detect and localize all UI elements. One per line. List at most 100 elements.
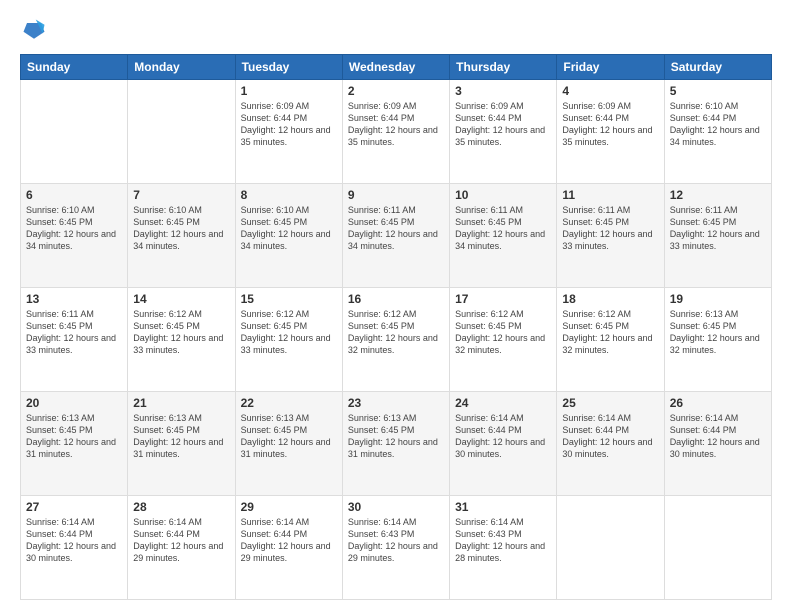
calendar-cell: [664, 496, 771, 600]
day-number: 19: [670, 292, 766, 306]
day-number: 7: [133, 188, 229, 202]
calendar-week-4: 20 Sunrise: 6:13 AMSunset: 6:45 PMDayligh…: [21, 392, 772, 496]
calendar-cell: 24 Sunrise: 6:14 AMSunset: 6:44 PMDayligh…: [450, 392, 557, 496]
day-number: 23: [348, 396, 444, 410]
calendar-table: SundayMondayTuesdayWednesdayThursdayFrid…: [20, 54, 772, 600]
day-detail: Sunrise: 6:13 AMSunset: 6:45 PMDaylight:…: [241, 412, 337, 461]
calendar-cell: [128, 80, 235, 184]
day-number: 25: [562, 396, 658, 410]
calendar-cell: 18 Sunrise: 6:12 AMSunset: 6:45 PMDayligh…: [557, 288, 664, 392]
calendar-week-3: 13Sunrise: 6:11 AMSunset: 6:45 PMDayligh…: [21, 288, 772, 392]
day-detail: Sunrise: 6:10 AMSunset: 6:45 PMDaylight:…: [133, 204, 229, 253]
calendar-cell: 8 Sunrise: 6:10 AMSunset: 6:45 PMDaylight…: [235, 184, 342, 288]
day-header-sunday: Sunday: [21, 55, 128, 80]
calendar-cell: 29 Sunrise: 6:14 AMSunset: 6:44 PMDayligh…: [235, 496, 342, 600]
day-detail: Sunrise: 6:14 AMSunset: 6:44 PMDaylight:…: [133, 516, 229, 565]
day-detail: Sunrise: 6:13 AMSunset: 6:45 PMDaylight:…: [26, 412, 122, 461]
day-header-monday: Monday: [128, 55, 235, 80]
day-detail: Sunrise: 6:14 AMSunset: 6:44 PMDaylight:…: [26, 516, 122, 565]
day-number: 24: [455, 396, 551, 410]
day-number: 21: [133, 396, 229, 410]
day-detail: Sunrise: 6:10 AMSunset: 6:45 PMDaylight:…: [241, 204, 337, 253]
header: [20, 16, 772, 44]
generalblue-logo-icon: [20, 16, 48, 44]
day-number: 18: [562, 292, 658, 306]
day-number: 29: [241, 500, 337, 514]
day-detail: Sunrise: 6:11 AMSunset: 6:45 PMDaylight:…: [562, 204, 658, 253]
day-number: 1: [241, 84, 337, 98]
calendar-cell: 12Sunrise: 6:11 AMSunset: 6:45 PMDayligh…: [664, 184, 771, 288]
calendar-cell: [557, 496, 664, 600]
calendar-week-1: 1 Sunrise: 6:09 AMSunset: 6:44 PMDaylight…: [21, 80, 772, 184]
day-header-tuesday: Tuesday: [235, 55, 342, 80]
day-detail: Sunrise: 6:14 AMSunset: 6:43 PMDaylight:…: [455, 516, 551, 565]
calendar-cell: 21 Sunrise: 6:13 AMSunset: 6:45 PMDayligh…: [128, 392, 235, 496]
day-number: 31: [455, 500, 551, 514]
day-number: 20: [26, 396, 122, 410]
day-detail: Sunrise: 6:14 AMSunset: 6:44 PMDaylight:…: [241, 516, 337, 565]
day-detail: Sunrise: 6:09 AMSunset: 6:44 PMDaylight:…: [455, 100, 551, 149]
calendar-cell: 27Sunrise: 6:14 AMSunset: 6:44 PMDayligh…: [21, 496, 128, 600]
day-number: 10: [455, 188, 551, 202]
day-number: 9: [348, 188, 444, 202]
day-header-saturday: Saturday: [664, 55, 771, 80]
day-detail: Sunrise: 6:11 AMSunset: 6:45 PMDaylight:…: [26, 308, 122, 357]
day-header-thursday: Thursday: [450, 55, 557, 80]
calendar-cell: 1Sunrise: 6:09 AMSunset: 6:44 PMDaylight…: [235, 80, 342, 184]
calendar-cell: 9 Sunrise: 6:11 AMSunset: 6:45 PMDaylight…: [342, 184, 449, 288]
calendar-header-row: SundayMondayTuesdayWednesdayThursdayFrid…: [21, 55, 772, 80]
calendar-cell: 3 Sunrise: 6:09 AMSunset: 6:44 PMDaylight…: [450, 80, 557, 184]
calendar-cell: 30 Sunrise: 6:14 AMSunset: 6:43 PMDayligh…: [342, 496, 449, 600]
calendar-cell: 4 Sunrise: 6:09 AMSunset: 6:44 PMDaylight…: [557, 80, 664, 184]
calendar-cell: 5Sunrise: 6:10 AMSunset: 6:44 PMDaylight…: [664, 80, 771, 184]
day-detail: Sunrise: 6:09 AMSunset: 6:44 PMDaylight:…: [348, 100, 444, 149]
day-number: 5: [670, 84, 766, 98]
day-detail: Sunrise: 6:13 AMSunset: 6:45 PMDaylight:…: [133, 412, 229, 461]
day-number: 3: [455, 84, 551, 98]
calendar-cell: 16Sunrise: 6:12 AMSunset: 6:45 PMDayligh…: [342, 288, 449, 392]
day-header-wednesday: Wednesday: [342, 55, 449, 80]
page: SundayMondayTuesdayWednesdayThursdayFrid…: [0, 0, 792, 612]
day-detail: Sunrise: 6:14 AMSunset: 6:44 PMDaylight:…: [562, 412, 658, 461]
calendar-cell: [21, 80, 128, 184]
calendar-cell: 28Sunrise: 6:14 AMSunset: 6:44 PMDayligh…: [128, 496, 235, 600]
calendar-cell: 23Sunrise: 6:13 AMSunset: 6:45 PMDayligh…: [342, 392, 449, 496]
day-number: 16: [348, 292, 444, 306]
day-header-friday: Friday: [557, 55, 664, 80]
calendar-cell: 20 Sunrise: 6:13 AMSunset: 6:45 PMDayligh…: [21, 392, 128, 496]
day-number: 15: [241, 292, 337, 306]
day-detail: Sunrise: 6:12 AMSunset: 6:45 PMDaylight:…: [562, 308, 658, 357]
day-number: 17: [455, 292, 551, 306]
day-detail: Sunrise: 6:12 AMSunset: 6:45 PMDaylight:…: [241, 308, 337, 357]
day-detail: Sunrise: 6:14 AMSunset: 6:43 PMDaylight:…: [348, 516, 444, 565]
calendar-cell: 14Sunrise: 6:12 AMSunset: 6:45 PMDayligh…: [128, 288, 235, 392]
day-detail: Sunrise: 6:12 AMSunset: 6:45 PMDaylight:…: [133, 308, 229, 357]
calendar-week-5: 27Sunrise: 6:14 AMSunset: 6:44 PMDayligh…: [21, 496, 772, 600]
day-number: 26: [670, 396, 766, 410]
day-detail: Sunrise: 6:12 AMSunset: 6:45 PMDaylight:…: [455, 308, 551, 357]
day-detail: Sunrise: 6:14 AMSunset: 6:44 PMDaylight:…: [670, 412, 766, 461]
day-number: 30: [348, 500, 444, 514]
calendar-cell: 13Sunrise: 6:11 AMSunset: 6:45 PMDayligh…: [21, 288, 128, 392]
day-detail: Sunrise: 6:11 AMSunset: 6:45 PMDaylight:…: [670, 204, 766, 253]
calendar-cell: 19 Sunrise: 6:13 AMSunset: 6:45 PMDayligh…: [664, 288, 771, 392]
calendar-cell: 17 Sunrise: 6:12 AMSunset: 6:45 PMDayligh…: [450, 288, 557, 392]
day-number: 2: [348, 84, 444, 98]
day-detail: Sunrise: 6:09 AMSunset: 6:44 PMDaylight:…: [562, 100, 658, 149]
day-detail: Sunrise: 6:14 AMSunset: 6:44 PMDaylight:…: [455, 412, 551, 461]
day-number: 22: [241, 396, 337, 410]
day-number: 11: [562, 188, 658, 202]
calendar-cell: 25 Sunrise: 6:14 AMSunset: 6:44 PMDayligh…: [557, 392, 664, 496]
calendar-cell: 15 Sunrise: 6:12 AMSunset: 6:45 PMDayligh…: [235, 288, 342, 392]
calendar-cell: 26 Sunrise: 6:14 AMSunset: 6:44 PMDayligh…: [664, 392, 771, 496]
calendar-cell: 2 Sunrise: 6:09 AMSunset: 6:44 PMDaylight…: [342, 80, 449, 184]
calendar-cell: 11 Sunrise: 6:11 AMSunset: 6:45 PMDayligh…: [557, 184, 664, 288]
day-detail: Sunrise: 6:13 AMSunset: 6:45 PMDaylight:…: [670, 308, 766, 357]
day-number: 8: [241, 188, 337, 202]
calendar-cell: 6Sunrise: 6:10 AMSunset: 6:45 PMDaylight…: [21, 184, 128, 288]
day-number: 4: [562, 84, 658, 98]
calendar-cell: 10 Sunrise: 6:11 AMSunset: 6:45 PMDayligh…: [450, 184, 557, 288]
day-detail: Sunrise: 6:11 AMSunset: 6:45 PMDaylight:…: [455, 204, 551, 253]
logo: [20, 16, 52, 44]
day-detail: Sunrise: 6:11 AMSunset: 6:45 PMDaylight:…: [348, 204, 444, 253]
